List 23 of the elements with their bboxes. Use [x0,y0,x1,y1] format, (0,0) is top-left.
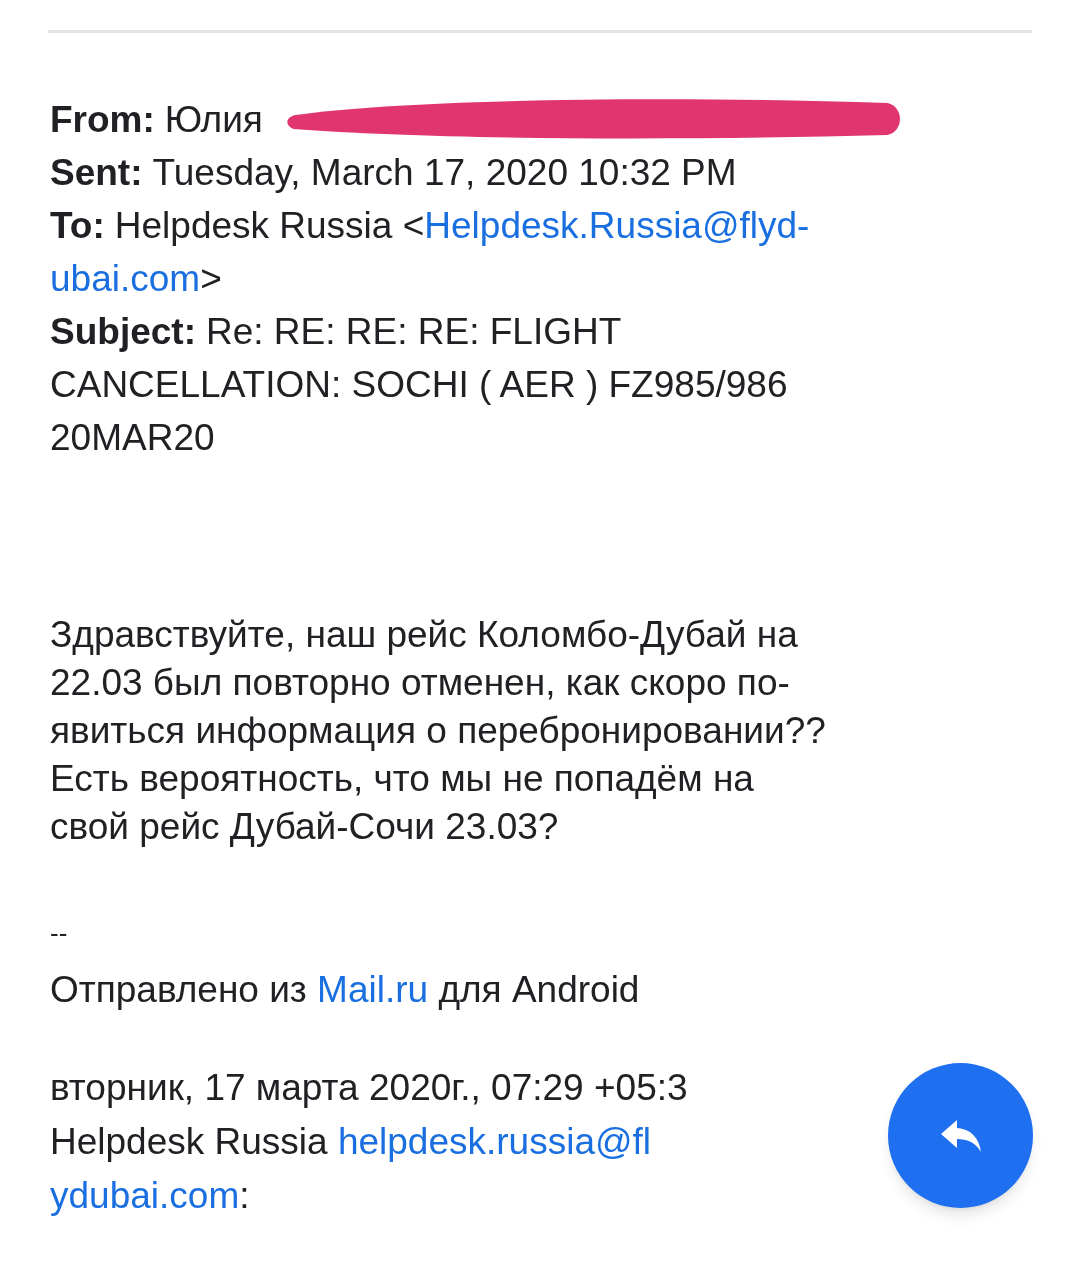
message-text: > [200,257,222,301]
message-text: 20MAR20 [50,416,215,460]
message-text: Re: RE: RE: RE: FLIGHT [205,310,622,354]
email-link[interactable]: ydubai.com [50,1169,240,1223]
message-text: Tuesday, March 17, 2020 10:32 PM [152,151,737,195]
email-link[interactable]: helpdesk.russia@fl [337,1115,652,1169]
message-text: Helpdesk Russia < [114,204,425,248]
field-label: Subject: [50,310,196,354]
message-text: : [239,1174,250,1218]
signature-separator: -- [50,917,68,950]
message-text: Отправлено из [50,968,308,1012]
field-label: To: [50,204,105,248]
email-link[interactable]: Helpdesk.Russia@flyd- [424,199,810,252]
field-label: Sent: [50,151,143,195]
email-link[interactable]: ubai.com [50,252,201,305]
message-text: CANCELLATION: SOCHI ( AER ) FZ985/986 [50,363,788,407]
message-text: Helpdesk Russia [50,1120,329,1164]
message-body: Здравствуйте, наш рейс Коломбо-Дубай на 22.03 был повторно отменен, как скоро по- явиться информация о перебронировании?? Есть вероятность, что мы не попадём на свой рейс Дубай-Сочи 23.03? [49,613,827,849]
email-link[interactable]: Mail.ru [317,965,429,1015]
message-text: Юлия [164,98,263,142]
message-text: для Android [437,968,640,1012]
message-text: вторник, 17 марта 2020г., 07:29 +05:3 [50,1066,688,1110]
field-label: From: [50,98,155,142]
